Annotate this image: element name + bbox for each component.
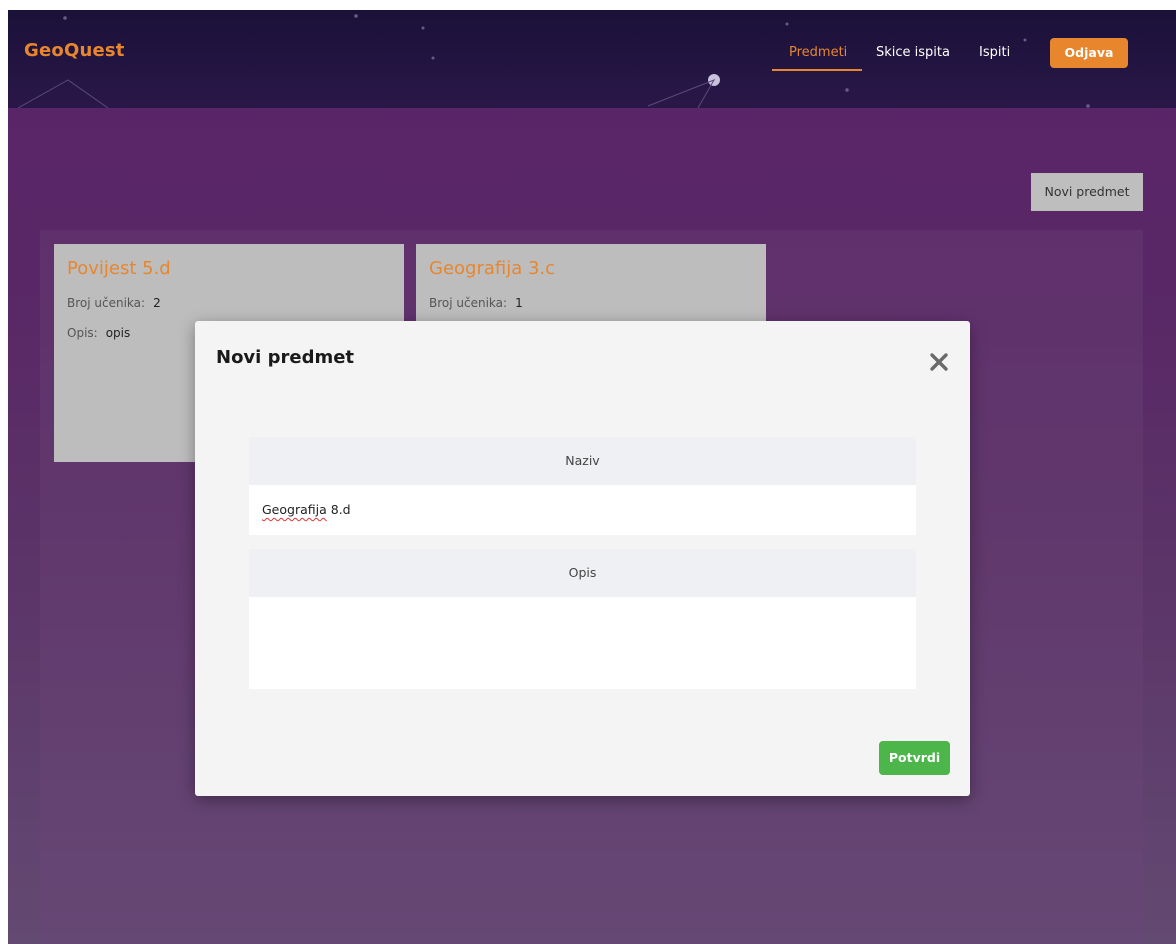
name-input-rest: 8.d	[326, 502, 351, 517]
name-input[interactable]: Geografija 8.d	[249, 485, 916, 535]
modal-title: Novi predmet	[216, 347, 355, 368]
description-textarea[interactable]	[249, 597, 916, 689]
name-field-label: Naziv	[249, 437, 916, 485]
name-input-misspelled-word: Geografija	[262, 502, 327, 517]
description-field-label: Opis	[249, 549, 916, 597]
new-subject-modal: Novi predmet Naziv Geografija 8.d Opis P…	[195, 321, 970, 796]
confirm-button[interactable]: Potvrdi	[879, 741, 950, 775]
close-icon[interactable]	[928, 351, 950, 373]
